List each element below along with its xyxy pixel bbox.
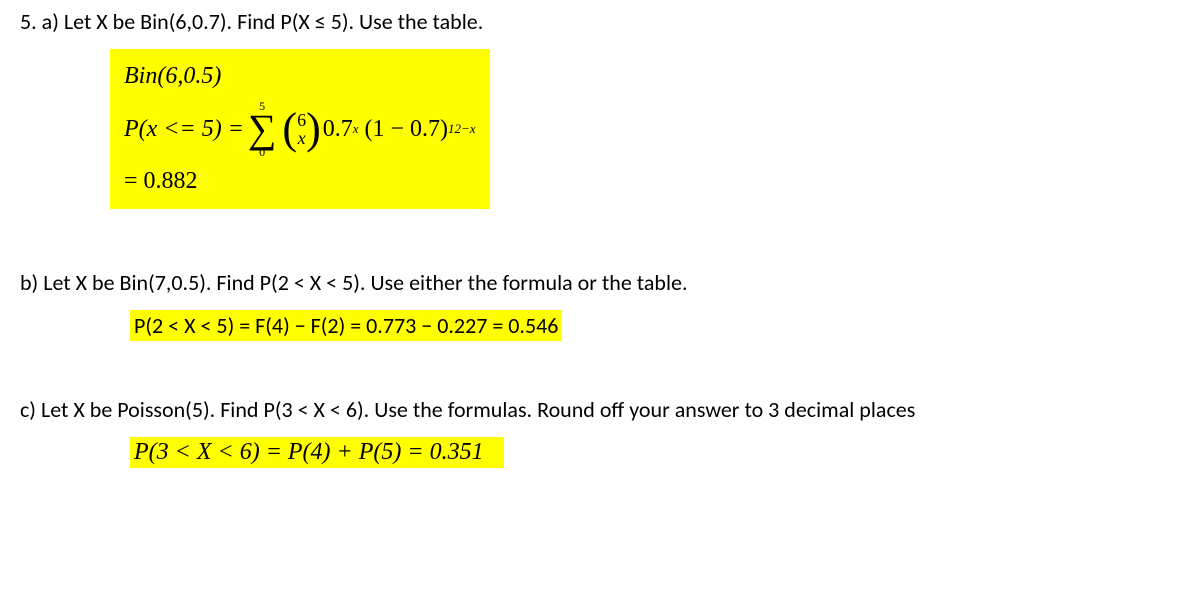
term1-exp: x bbox=[353, 121, 359, 137]
answer-a-dist: Bin(6,0.5) bbox=[124, 63, 476, 90]
result-a: = 0.882 bbox=[124, 168, 198, 195]
term2-base: (1 − 0.7) bbox=[365, 116, 449, 143]
problem-a: 5. a) Let X be Bin(6,0.7). Find P(X ≤ 5)… bbox=[20, 8, 1180, 209]
answer-b-wrap: P(2 < X < 5) = F(4) − F(2) = 0.773 − 0.2… bbox=[130, 310, 1180, 341]
answer-c-wrap: P(3 < X < 6) = P(4) + P(5) = 0.351 bbox=[130, 437, 1180, 468]
answer-a-block: Bin(6,0.5) P(x <= 5) = 5 ∑ 0 ( 6 x ) bbox=[110, 49, 490, 209]
problem-c: c) Let X be Poisson(5). Find P(3 < X < 6… bbox=[20, 396, 1180, 468]
dist-label: Bin(6,0.5) bbox=[124, 63, 221, 90]
binom-top: 6 bbox=[297, 111, 306, 129]
sigma-symbol: ∑ bbox=[248, 112, 277, 146]
page: 5. a) Let X be Bin(6,0.7). Find P(X ≤ 5)… bbox=[0, 0, 1200, 528]
question-c: c) Let X be Poisson(5). Find P(3 < X < 6… bbox=[20, 396, 1180, 423]
term2-exp: 12−x bbox=[448, 121, 476, 137]
question-b: b) Let X be Bin(7,0.5). Find P(2 < X < 5… bbox=[20, 269, 1180, 296]
sigma-icon: 5 ∑ 0 bbox=[248, 100, 277, 158]
formula-lhs: P(x <= 5) = bbox=[124, 116, 244, 143]
paren-right: ) bbox=[306, 111, 321, 147]
answer-a-result: = 0.882 bbox=[124, 168, 476, 195]
binom: ( 6 x ) bbox=[282, 111, 320, 147]
sigma-lower: 0 bbox=[259, 146, 265, 158]
question-a: 5. a) Let X be Bin(6,0.7). Find P(X ≤ 5)… bbox=[20, 8, 1180, 35]
answer-c: P(3 < X < 6) = P(4) + P(5) = 0.351 bbox=[130, 437, 504, 468]
paren-left: ( bbox=[282, 111, 297, 147]
answer-b: P(2 < X < 5) = F(4) − F(2) = 0.773 − 0.2… bbox=[130, 310, 562, 341]
answer-a-formula: P(x <= 5) = 5 ∑ 0 ( 6 x ) 0.7x (1 − 0.7 bbox=[124, 100, 476, 158]
binom-stack: 6 x bbox=[297, 111, 306, 147]
binom-bot: x bbox=[298, 129, 306, 147]
term1-base: 0.7 bbox=[323, 116, 353, 143]
problem-b: b) Let X be Bin(7,0.5). Find P(2 < X < 5… bbox=[20, 269, 1180, 341]
